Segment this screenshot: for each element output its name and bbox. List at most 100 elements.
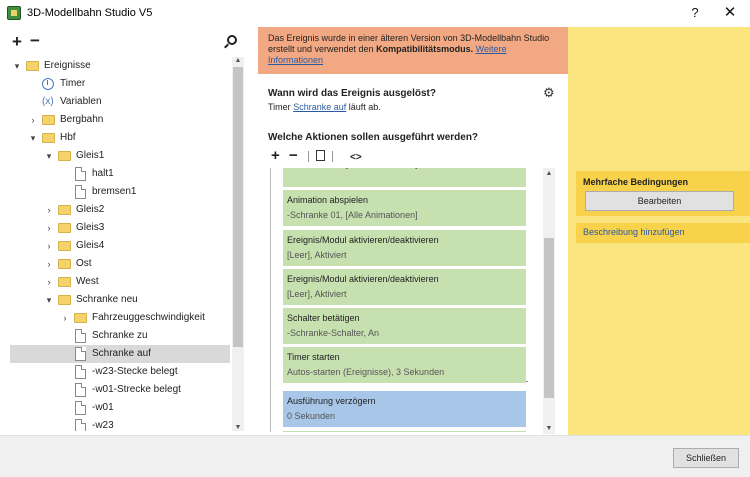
tree-item-label: -w23: [92, 420, 114, 431]
action-title: Ereignis/Modul aktivieren/deaktivieren: [287, 235, 439, 245]
add-action-icon[interactable]: +: [271, 148, 280, 163]
action-detail: -Schranke 01, [Alle Animationen]: [287, 210, 418, 220]
collapse-arrow-icon[interactable]: ▾: [12, 57, 22, 75]
copy-icon[interactable]: [313, 150, 325, 165]
actions-scroll-thumb[interactable]: [544, 238, 554, 398]
trigger-timer-link[interactable]: Schranke auf: [293, 102, 346, 112]
expand-arrow-icon[interactable]: ›: [44, 201, 54, 219]
action-item[interactable]: Ereignis/Modul aktivieren/deaktivieren [L…: [283, 230, 526, 266]
tree-item[interactable]: ▾ Schranke neu: [0, 291, 232, 309]
tree-item-label: Schranke neu: [76, 294, 138, 305]
document-icon: [75, 401, 86, 415]
document-icon: [75, 419, 86, 431]
expand-arrow-icon[interactable]: ›: [44, 219, 54, 237]
tree-item[interactable]: -w01-Strecke belegt: [0, 381, 232, 399]
add-icon[interactable]: +: [12, 32, 22, 52]
tree-item[interactable]: ▾ Ereignisse: [0, 57, 232, 75]
tree-item-label: -w23-Stecke belegt: [92, 366, 178, 377]
edit-conditions-button[interactable]: Bearbeiten: [585, 191, 734, 211]
event-tree-panel: + − ▾ Ereignisse Timer (x) Variablen › Bergbah…: [0, 27, 246, 435]
tree-item-label: -w01: [92, 402, 114, 413]
action-item[interactable]: [283, 431, 526, 432]
actions-heading: Welche Aktionen sollen ausgeführt werden…: [268, 132, 479, 143]
timer-icon: [42, 78, 54, 90]
scroll-up-icon[interactable]: ▲: [232, 57, 244, 64]
tree-item[interactable]: -w23: [0, 417, 232, 431]
tree-item-label: Variablen: [60, 96, 102, 107]
expand-arrow-icon[interactable]: ›: [60, 309, 70, 327]
action-item[interactable]: Animation abspielen -Schranke 01, [Alle A…: [283, 190, 526, 226]
action-item[interactable]: Ausführung verzögern 0 Sekunden: [283, 391, 526, 427]
tree-item-label: bremsen1: [92, 186, 137, 197]
actions-scrollbar[interactable]: ▲ ▼: [543, 168, 555, 434]
trigger-heading: Wann wird das Ereignis ausgelöst?: [268, 88, 436, 99]
tree-scroll-thumb[interactable]: [233, 67, 243, 347]
expand-arrow-icon[interactable]: ›: [44, 237, 54, 255]
folder-icon: [58, 205, 71, 215]
folder-icon: [58, 241, 71, 251]
tree-item[interactable]: Schranke zu: [0, 327, 232, 345]
collapse-arrow-icon[interactable]: ▾: [44, 291, 54, 309]
scroll-down-icon[interactable]: ▼: [232, 424, 244, 431]
action-detail: 0 Sekunden: [287, 411, 336, 421]
tree-item[interactable]: › Gleis4: [0, 237, 232, 255]
expand-arrow-icon[interactable]: ›: [44, 255, 54, 273]
trigger-description: Timer Schranke auf läuft ab.: [268, 102, 381, 112]
gear-icon[interactable]: ⚙: [543, 85, 555, 101]
collapse-arrow-icon[interactable]: ▾: [44, 147, 54, 165]
tree-item[interactable]: › Ost: [0, 255, 232, 273]
tree-item-label: West: [76, 276, 99, 287]
action-detail: -Schranke-Schalter, An: [287, 328, 380, 338]
action-item[interactable]: Timer starten Autos-starten (Ereignisse),…: [283, 347, 526, 383]
help-button[interactable]: ?: [685, 4, 705, 22]
expand-arrow-icon[interactable]: ›: [44, 273, 54, 291]
tree-item[interactable]: › Gleis2: [0, 201, 232, 219]
footer: Schließen: [0, 435, 750, 477]
tree-toolbar: + −: [0, 27, 246, 57]
close-button[interactable]: Schließen: [673, 448, 739, 468]
action-title: Ausführung verzögern: [287, 396, 376, 406]
tree-item-label: Schranke auf: [92, 348, 151, 359]
tree-item[interactable]: bremsen1: [0, 183, 232, 201]
notice-bold: Kompatibilitätsmodus.: [376, 44, 474, 54]
tree-item[interactable]: halt1: [0, 165, 232, 183]
document-icon: [75, 365, 86, 379]
collapse-arrow-icon[interactable]: ▾: [28, 129, 38, 147]
event-tree: ▾ Ereignisse Timer (x) Variablen › Bergbahn ▾ Hb…: [0, 57, 232, 431]
code-icon[interactable]: <>: [350, 150, 362, 165]
tree-item[interactable]: › Gleis3: [0, 219, 232, 237]
action-item[interactable]: Ereignis/Modul aktivieren/deaktivieren [L…: [283, 269, 526, 305]
action-title: Ereignis/Modul aktivieren/deaktivieren: [287, 274, 439, 284]
tree-item[interactable]: ▾ Hbf: [0, 129, 232, 147]
tree-item[interactable]: Timer: [0, 75, 232, 93]
tree-item[interactable]: › Bergbahn: [0, 111, 232, 129]
tree-item[interactable]: › Fahrzeuggeschwindigkeit: [0, 309, 232, 327]
action-item[interactable]: Schalter betätigen -Schranke-Schalter, An: [283, 308, 526, 344]
action-detail: [Leer], Aktiviert: [287, 289, 347, 299]
close-window-button[interactable]: ✕: [720, 4, 740, 22]
tree-item-label: Hbf: [60, 132, 76, 143]
action-item[interactable]: -Schranke 02, [Alle Animationen]: [283, 168, 526, 187]
document-icon: [75, 329, 86, 343]
tree-item[interactable]: (x) Variablen: [0, 93, 232, 111]
document-icon: [75, 383, 86, 397]
remove-action-icon[interactable]: −: [289, 148, 298, 163]
scroll-down-icon[interactable]: ▼: [543, 425, 555, 432]
folder-icon: [58, 259, 71, 269]
folder-icon: [58, 151, 71, 161]
remove-icon[interactable]: −: [30, 31, 40, 51]
folder-icon: [58, 295, 71, 305]
tree-scrollbar[interactable]: ▲ ▼: [232, 57, 244, 431]
tree-item[interactable]: Schranke auf: [10, 345, 230, 363]
tree-item[interactable]: ▾ Gleis1: [0, 147, 232, 165]
action-title: Timer starten: [287, 352, 340, 362]
tree-item[interactable]: -w01: [0, 399, 232, 417]
tree-item-label: Ost: [76, 258, 92, 269]
add-description-link[interactable]: Beschreibung hinzufügen: [576, 223, 750, 243]
tree-item[interactable]: -w23-Stecke belegt: [0, 363, 232, 381]
scroll-up-icon[interactable]: ▲: [543, 170, 555, 177]
search-icon[interactable]: [227, 35, 237, 45]
compatibility-notice: Das Ereignis wurde in einer älteren Vers…: [258, 27, 568, 74]
expand-arrow-icon[interactable]: ›: [28, 111, 38, 129]
tree-item[interactable]: › West: [0, 273, 232, 291]
